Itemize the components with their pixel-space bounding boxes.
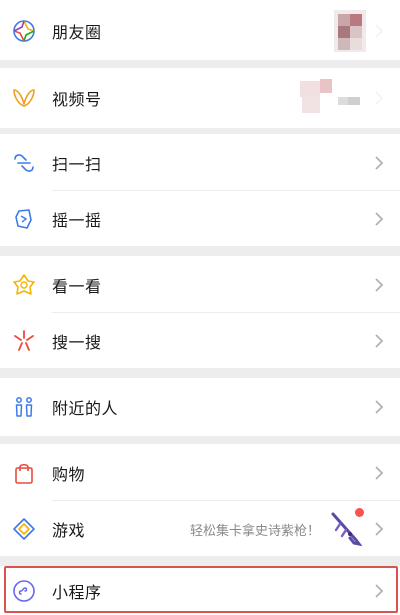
top-stories-icon — [12, 273, 36, 297]
channels-label: 视频号 — [52, 90, 102, 109]
channels-row[interactable]: 视频号 — [0, 69, 400, 127]
games-diamond-icon — [12, 517, 36, 541]
moments-label: 朋友圈 — [52, 23, 102, 42]
shake-row[interactable]: 摇一摇 — [0, 190, 400, 248]
nearby-people-icon — [12, 395, 36, 419]
discover-page: 朋友圈 视频号 扫一扫 摇一摇 看一看 搜一搜 附近的人 购物 游戏 轻松集卡拿… — [0, 0, 400, 615]
stories-search-group: 看一看 搜一搜 — [0, 256, 400, 368]
search-row[interactable]: 搜一搜 — [0, 312, 400, 370]
chevron-right-icon — [374, 211, 384, 227]
chevron-right-icon — [374, 333, 384, 349]
chevron-right-icon — [374, 277, 384, 293]
nearby-group: 附近的人 — [0, 378, 400, 436]
shopping-row[interactable]: 购物 — [0, 444, 400, 502]
shopping-label: 购物 — [52, 465, 86, 484]
games-promo-text: 轻松集卡拿史诗紫枪！ — [189, 523, 320, 539]
chevron-right-icon — [374, 583, 384, 599]
scan-icon — [12, 151, 36, 175]
scan-label: 扫一扫 — [52, 155, 102, 174]
shopping-games-group: 购物 游戏 轻松集卡拿史诗紫枪！ — [0, 444, 400, 556]
search-star-icon — [12, 329, 36, 353]
shake-label: 摇一摇 — [52, 211, 102, 230]
channels-group: 视频号 — [0, 68, 400, 128]
nearby-people-row[interactable]: 附近的人 — [0, 378, 400, 436]
scan-row[interactable]: 扫一扫 — [0, 134, 400, 192]
chevron-right-icon — [374, 90, 384, 106]
chevron-right-icon — [374, 23, 384, 39]
search-label: 搜一搜 — [52, 333, 102, 352]
moments-row[interactable]: 朋友圈 — [0, 2, 400, 60]
mini-programs-group: 小程序 — [0, 566, 400, 615]
games-row[interactable]: 游戏 轻松集卡拿史诗紫枪！ — [0, 500, 400, 558]
mini-programs-row[interactable]: 小程序 — [0, 566, 400, 615]
notification-dot — [355, 508, 364, 517]
mini-programs-label: 小程序 — [52, 582, 102, 602]
top-stories-row[interactable]: 看一看 — [0, 256, 400, 314]
mini-programs-icon — [12, 579, 36, 603]
moments-group: 朋友圈 — [0, 0, 400, 60]
chevron-right-icon — [374, 155, 384, 171]
chevron-right-icon — [374, 521, 384, 537]
moments-thumbnail — [334, 10, 366, 52]
channels-thumbnail — [300, 79, 366, 115]
scan-shake-group: 扫一扫 摇一摇 — [0, 134, 400, 246]
moments-aperture-icon — [12, 19, 36, 43]
top-stories-label: 看一看 — [52, 277, 102, 296]
shake-icon — [12, 207, 36, 231]
shopping-bag-icon — [12, 461, 36, 485]
channels-butterfly-icon — [12, 86, 36, 110]
games-label: 游戏 — [52, 521, 86, 540]
chevron-right-icon — [374, 399, 384, 415]
chevron-right-icon — [374, 465, 384, 481]
nearby-people-label: 附近的人 — [52, 399, 119, 418]
